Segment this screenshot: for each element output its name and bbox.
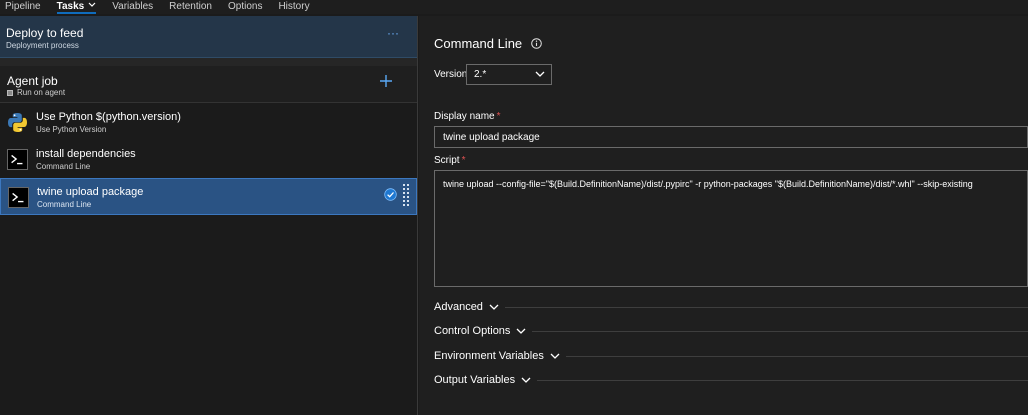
divider [0, 58, 417, 66]
more-options-icon[interactable]: ··· [387, 26, 399, 40]
python-icon [8, 113, 27, 132]
agent-job-header[interactable]: Agent job Run on agent [0, 66, 417, 103]
stage-subtitle: Deployment process [6, 41, 79, 50]
drag-handle-icon[interactable] [403, 184, 409, 208]
task-item-use-python[interactable]: Use Python $(python.version) Use Python … [0, 104, 417, 141]
task-detail-panel: Command Line Version 2.* Display name * t… [419, 16, 1028, 415]
display-name-label-text: Display name [434, 111, 495, 122]
detail-title: Command Line [434, 36, 542, 51]
checkmark-icon[interactable] [384, 188, 397, 201]
agent-job-subtitle: Run on agent [7, 88, 65, 97]
section-output-variables[interactable]: Output Variables [434, 373, 1028, 387]
terminal-icon [7, 149, 28, 170]
section-advanced[interactable]: Advanced [434, 300, 1028, 314]
divider [537, 379, 1028, 381]
divider [504, 306, 1028, 308]
tab-label: Variables [112, 1, 154, 12]
chevron-down-icon [521, 377, 531, 383]
task-list-panel: Deploy to feed Deployment process ··· Ag… [0, 16, 418, 415]
info-icon[interactable] [531, 38, 542, 49]
add-task-icon[interactable] [379, 74, 393, 88]
section-control-options[interactable]: Control Options [434, 324, 1028, 338]
agent-job-title: Agent job [7, 74, 58, 88]
task-type: Use Python Version [36, 125, 107, 134]
tab-pipeline[interactable]: Pipeline [0, 0, 49, 14]
divider [532, 330, 1028, 332]
stage-header[interactable]: Deploy to feed Deployment process ··· [0, 16, 417, 58]
task-type: Command Line [37, 200, 92, 209]
tab-label: Tasks [56, 1, 85, 12]
chevron-down-icon [535, 71, 545, 77]
task-type: Command Line [36, 162, 91, 171]
tab-label: Retention [169, 1, 212, 12]
terminal-icon [8, 187, 29, 208]
chevron-down-icon [489, 304, 499, 310]
tab-tasks[interactable]: Tasks [49, 0, 105, 14]
detail-title-text: Command Line [434, 36, 523, 51]
section-label: Environment Variables [434, 350, 544, 362]
section-label: Control Options [434, 325, 511, 337]
required-marker: * [496, 111, 501, 122]
version-select[interactable]: 2.* [466, 64, 552, 85]
tab-label: History [278, 1, 310, 12]
display-name-label: Display name * [434, 111, 501, 122]
top-nav: Pipeline Tasks Variables Retention Optio… [0, 0, 1028, 14]
tab-variables[interactable]: Variables [104, 0, 161, 14]
stage-title: Deploy to feed [6, 26, 84, 40]
chevron-down-icon [516, 328, 526, 334]
tab-options[interactable]: Options [220, 0, 270, 14]
required-marker: * [461, 155, 466, 166]
version-value: 2.* [474, 69, 487, 80]
agent-job-subtitle-text: Run on agent [17, 88, 66, 97]
display-name-input[interactable]: twine upload package [434, 126, 1028, 148]
script-label: Script * [434, 155, 465, 166]
tab-history[interactable]: History [270, 0, 317, 14]
chevron-down-icon [88, 2, 96, 7]
tab-retention[interactable]: Retention [161, 0, 220, 14]
task-name: install dependencies [36, 148, 136, 160]
task-item-install-dependencies[interactable]: install dependencies Command Line [0, 141, 417, 178]
script-textarea[interactable]: twine upload --config-file="$(Build.Defi… [434, 170, 1028, 287]
agent-icon [7, 89, 13, 96]
section-label: Advanced [434, 301, 483, 313]
chevron-down-icon [550, 353, 560, 359]
divider [565, 355, 1028, 357]
version-label: Version [434, 69, 468, 80]
task-name: twine upload package [37, 186, 144, 198]
tab-label: Pipeline [5, 1, 41, 12]
task-item-twine-upload-package[interactable]: twine upload package Command Line [0, 178, 417, 215]
script-label-text: Script [434, 155, 460, 166]
section-label: Output Variables [434, 374, 516, 386]
section-environment-variables[interactable]: Environment Variables [434, 349, 1028, 363]
tab-label: Options [227, 1, 263, 12]
task-name: Use Python $(python.version) [36, 111, 181, 123]
